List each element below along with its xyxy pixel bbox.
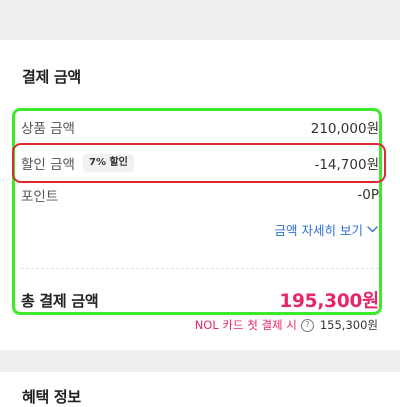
question-circle-icon[interactable]: ?	[300, 318, 314, 332]
payment-summary-highlight	[12, 108, 382, 315]
total-payment-value: 195,300원	[279, 291, 379, 312]
top-section-divider	[0, 0, 400, 40]
discount-amount-label: 할인 금액	[21, 157, 75, 173]
dashed-divider	[21, 268, 379, 269]
points-label: 포인트	[21, 189, 59, 205]
card-offer-value: 155,300원	[319, 318, 378, 332]
card-offer-label: NOL 카드 첫 결제 시	[194, 318, 297, 332]
total-payment-label: 총 결제 금액	[21, 291, 99, 310]
card-offer-line: NOL 카드 첫 결제 시 ? 155,300원	[195, 317, 378, 333]
total-payment-row: 총 결제 금액 195,300원	[21, 286, 379, 314]
discount-amount-row: 할인 금액 7% 할인 -14,700원	[21, 152, 379, 174]
amount-details-toggle[interactable]: 금액 자세히 보기	[275, 220, 378, 239]
product-amount-label: 상품 금액	[21, 121, 75, 137]
discount-rate-badge: 7% 할인	[82, 154, 134, 172]
product-amount-value: 210,000원	[310, 121, 379, 137]
payment-amount-title: 결제 금액	[22, 68, 81, 86]
bottom-section-divider	[0, 350, 400, 372]
discount-amount-value: -14,700원	[314, 157, 379, 173]
points-value: -0P	[357, 187, 379, 203]
points-row: 포인트 -0P	[21, 184, 379, 206]
discount-label-group: 할인 금액 7% 할인	[21, 153, 134, 173]
chevron-down-icon	[367, 226, 378, 233]
amount-details-label: 금액 자세히 보기	[274, 223, 363, 238]
benefit-info-title: 혜택 정보	[22, 388, 81, 406]
product-amount-row: 상품 금액 210,000원	[21, 116, 379, 138]
